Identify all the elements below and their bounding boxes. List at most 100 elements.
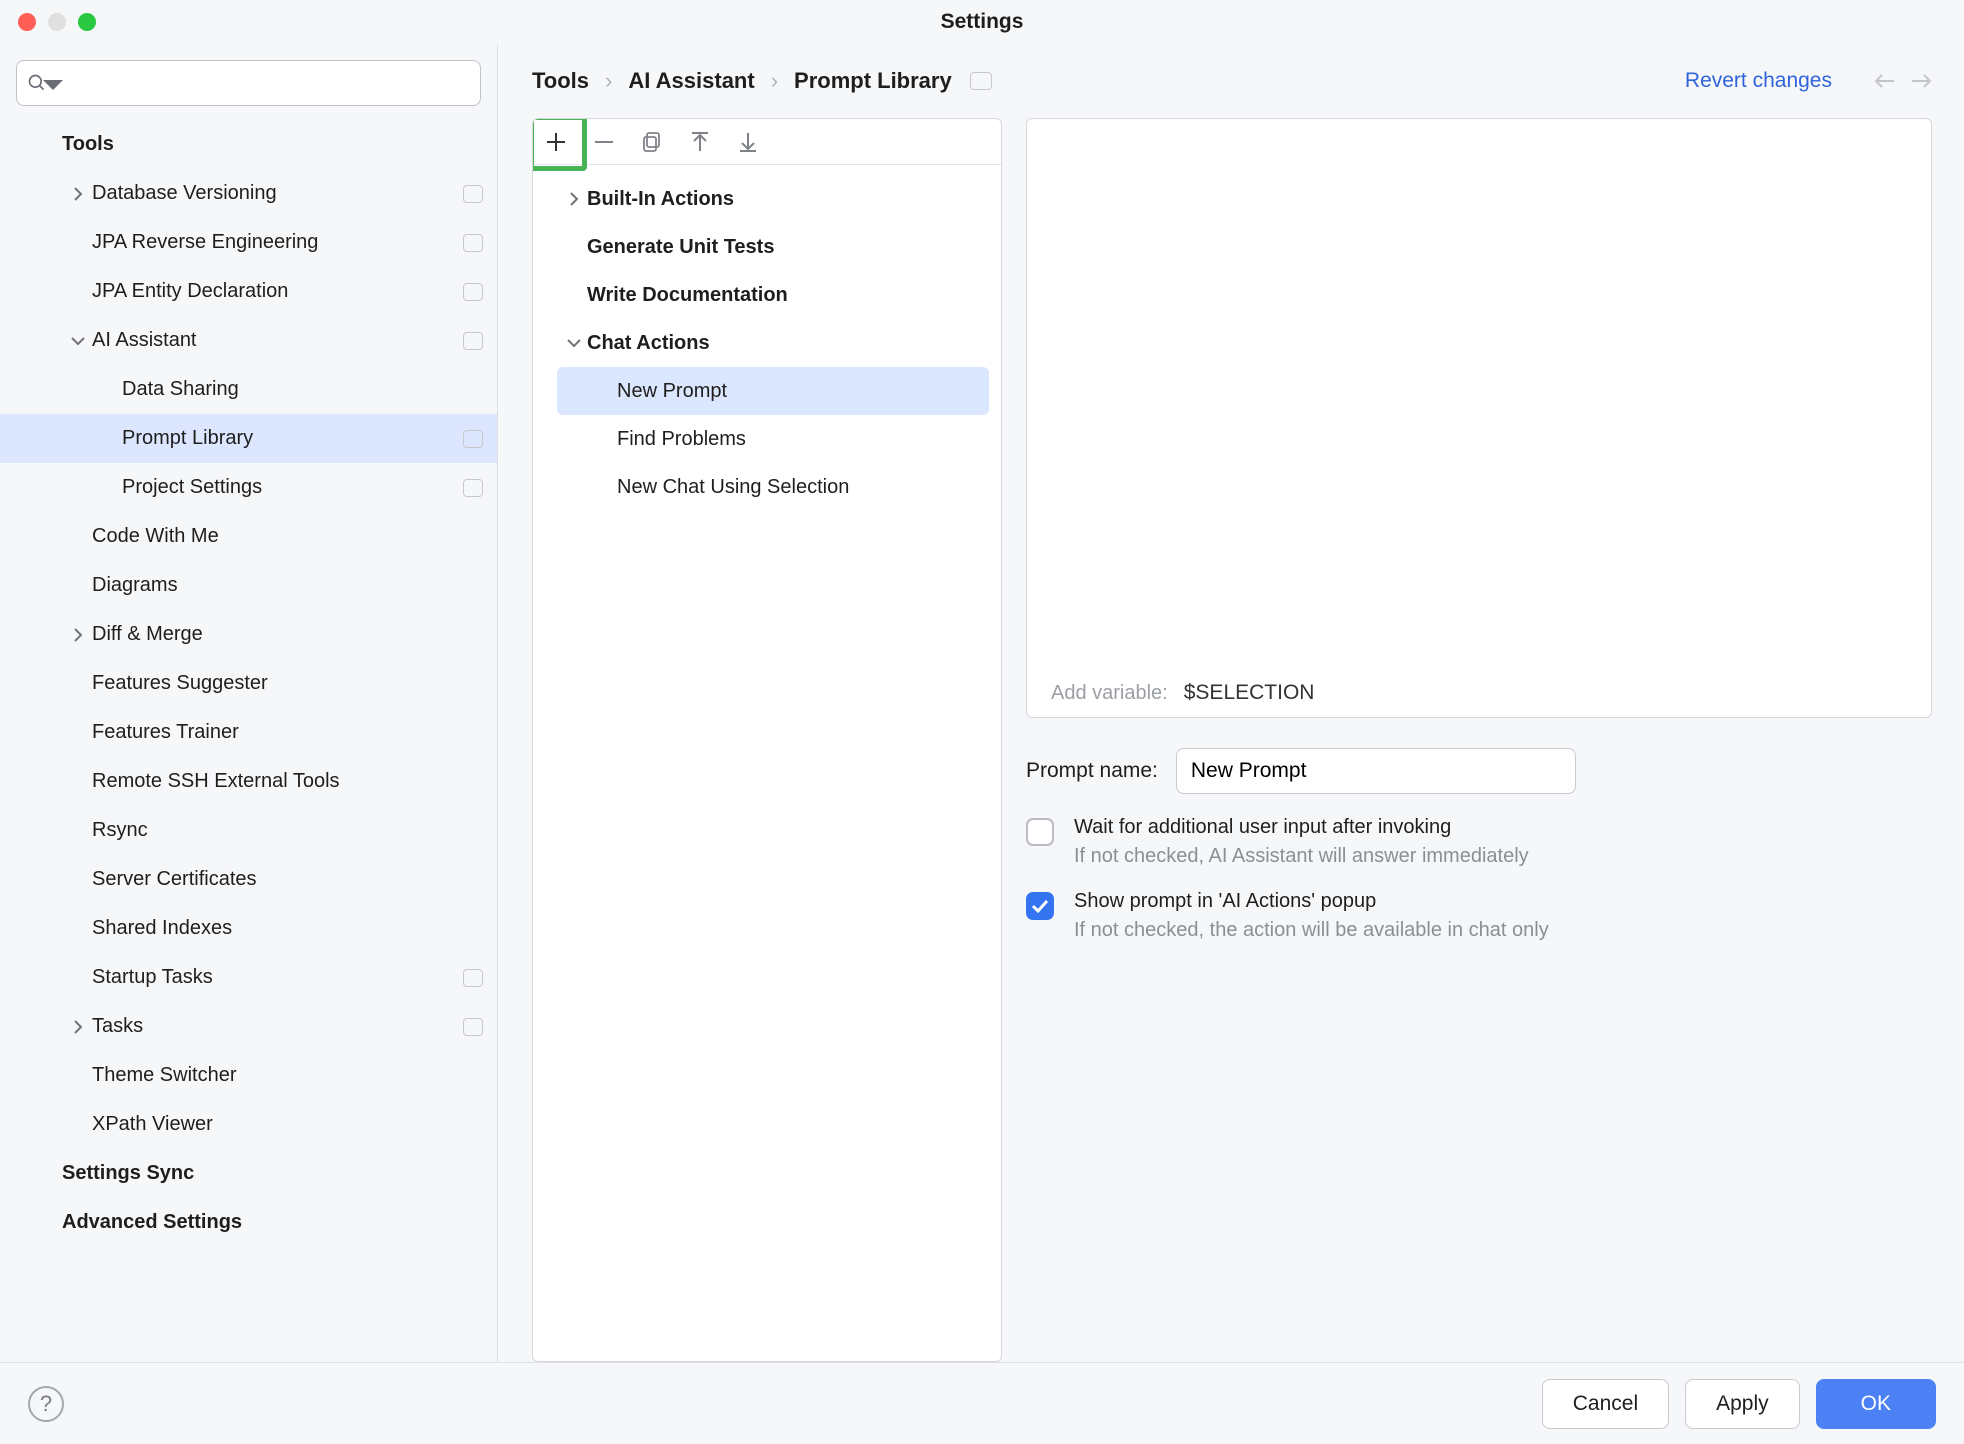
sidebar-item[interactable]: Features Trainer — [0, 708, 497, 757]
sidebar-item[interactable]: AI Assistant — [0, 316, 497, 365]
dialog-footer: ? Cancel Apply OK — [0, 1362, 1964, 1444]
sidebar-item[interactable]: Features Suggester — [0, 659, 497, 708]
sidebar-item-label: Rsync — [92, 819, 483, 842]
prompt-tree-label: Find Problems — [617, 428, 746, 451]
prompt-tree-item[interactable]: New Chat Using Selection — [533, 463, 1001, 511]
add-prompt-button[interactable] — [541, 127, 571, 157]
sidebar-item-label: Data Sharing — [122, 378, 483, 401]
breadcrumb-item[interactable]: AI Assistant — [628, 68, 754, 94]
prompt-tree-item[interactable]: New Prompt — [557, 367, 989, 415]
help-button[interactable]: ? — [28, 1386, 64, 1422]
plus-icon — [545, 131, 567, 153]
chevron-icon — [64, 187, 92, 201]
sidebar-item[interactable]: Remote SSH External Tools — [0, 757, 497, 806]
prompt-tree-label: New Chat Using Selection — [617, 476, 849, 499]
prompt-tree-label: Chat Actions — [587, 332, 710, 355]
breadcrumb-item[interactable]: Prompt Library — [794, 68, 952, 94]
sidebar-item[interactable]: Data Sharing — [0, 365, 497, 414]
sidebar-item[interactable]: Server Certificates — [0, 855, 497, 904]
prompt-tree-item[interactable]: Built-In Actions — [533, 175, 1001, 223]
close-window-button[interactable] — [18, 13, 36, 31]
prompt-tree-item[interactable]: Generate Unit Tests — [533, 223, 1001, 271]
prompt-tree: Built-In Actions Generate Unit Tests Write… — [533, 165, 1001, 511]
sidebar-item-label: Server Certificates — [92, 868, 483, 891]
scope-badge-icon — [463, 283, 483, 301]
prompt-name-input[interactable] — [1176, 748, 1576, 794]
sidebar-item-label: Advanced Settings — [62, 1211, 483, 1234]
sidebar-item-label: AI Assistant — [92, 329, 463, 352]
breadcrumb-separator: › — [605, 68, 612, 94]
cancel-button[interactable]: Cancel — [1542, 1379, 1669, 1429]
sidebar-item[interactable]: Diff & Merge — [0, 610, 497, 659]
sidebar-item[interactable]: Diagrams — [0, 561, 497, 610]
sidebar-item[interactable]: JPA Reverse Engineering — [0, 218, 497, 267]
sidebar-item[interactable]: Rsync — [0, 806, 497, 855]
minus-icon — [593, 131, 615, 153]
move-up-button[interactable] — [685, 127, 715, 157]
chevron-icon — [64, 1020, 92, 1034]
prompt-toolbar — [533, 119, 1001, 165]
maximize-window-button[interactable] — [78, 13, 96, 31]
sidebar-item[interactable]: Settings Sync — [0, 1149, 497, 1198]
apply-button[interactable]: Apply — [1685, 1379, 1800, 1429]
sidebar-search-input[interactable] — [69, 72, 470, 95]
remove-prompt-button[interactable] — [589, 127, 619, 157]
sidebar-item[interactable]: Tasks — [0, 1002, 497, 1051]
sidebar-item[interactable]: XPath Viewer — [0, 1100, 497, 1149]
sidebar-item-label: Features Suggester — [92, 672, 483, 695]
forward-icon[interactable] — [1910, 72, 1932, 90]
ok-button[interactable]: OK — [1816, 1379, 1936, 1429]
window-title: Settings — [941, 10, 1024, 34]
sidebar-item-label: JPA Entity Declaration — [92, 280, 463, 303]
sidebar-item-label: Remote SSH External Tools — [92, 770, 483, 793]
show-in-popup-checkbox[interactable] — [1026, 892, 1054, 920]
prompt-name-label: Prompt name: — [1026, 759, 1158, 783]
sidebar-item[interactable]: Theme Switcher — [0, 1051, 497, 1100]
prompt-tree-item[interactable]: Find Problems — [533, 415, 1001, 463]
wait-checkbox-label[interactable]: Wait for additional user input after inv… — [1074, 816, 1529, 839]
sidebar-item[interactable]: Advanced Settings — [0, 1198, 497, 1247]
selection-variable-button[interactable]: $SELECTION — [1184, 681, 1315, 705]
breadcrumb-item[interactable]: Tools — [532, 68, 589, 94]
scope-badge-icon — [463, 332, 483, 350]
show-in-popup-label[interactable]: Show prompt in 'AI Actions' popup — [1074, 890, 1549, 913]
prompt-tree-label: New Prompt — [617, 380, 727, 403]
checkmark-icon — [1031, 899, 1049, 913]
sidebar-item[interactable]: JPA Entity Declaration — [0, 267, 497, 316]
chevron-icon — [64, 335, 92, 347]
titlebar: Settings — [0, 0, 1964, 44]
add-variable-label: Add variable: — [1051, 682, 1168, 705]
prompt-tree-label: Generate Unit Tests — [587, 236, 774, 259]
show-in-popup-hint: If not checked, the action will be avail… — [1074, 919, 1549, 942]
back-icon[interactable] — [1874, 72, 1896, 90]
sidebar-item[interactable]: Code With Me — [0, 512, 497, 561]
move-down-button[interactable] — [733, 127, 763, 157]
sidebar-item[interactable]: Shared Indexes — [0, 904, 497, 953]
settings-tree: Tools Database Versioning JPA Reverse Engi… — [0, 120, 497, 1362]
minimize-window-button[interactable] — [48, 13, 66, 31]
arrow-down-icon — [738, 131, 758, 153]
sidebar-item[interactable]: Database Versioning — [0, 169, 497, 218]
sidebar-item[interactable]: Tools — [0, 120, 497, 169]
sidebar-search[interactable] — [16, 60, 481, 106]
sidebar-item-label: Startup Tasks — [92, 966, 463, 989]
sidebar-item[interactable]: Project Settings — [0, 463, 497, 512]
prompt-tree-item[interactable]: Chat Actions — [533, 319, 1001, 367]
prompt-tree-item[interactable]: Write Documentation — [533, 271, 1001, 319]
copy-prompt-button[interactable] — [637, 127, 667, 157]
sidebar-item-label: Project Settings — [122, 476, 463, 499]
scope-badge-icon — [463, 430, 483, 448]
prompt-tree-label: Write Documentation — [587, 284, 788, 307]
chevron-icon — [64, 628, 92, 642]
sidebar-item-label: Shared Indexes — [92, 917, 483, 940]
prompt-editor[interactable]: Add variable: $SELECTION — [1026, 118, 1932, 718]
scope-badge-icon — [463, 479, 483, 497]
sidebar-item[interactable]: Prompt Library — [0, 414, 497, 463]
sidebar-item-label: XPath Viewer — [92, 1113, 483, 1136]
sidebar-item-label: Database Versioning — [92, 182, 463, 205]
sidebar-item[interactable]: Startup Tasks — [0, 953, 497, 1002]
sidebar-item-label: Features Trainer — [92, 721, 483, 744]
arrow-up-icon — [690, 131, 710, 153]
revert-changes-link[interactable]: Revert changes — [1685, 69, 1832, 93]
wait-checkbox[interactable] — [1026, 818, 1054, 846]
